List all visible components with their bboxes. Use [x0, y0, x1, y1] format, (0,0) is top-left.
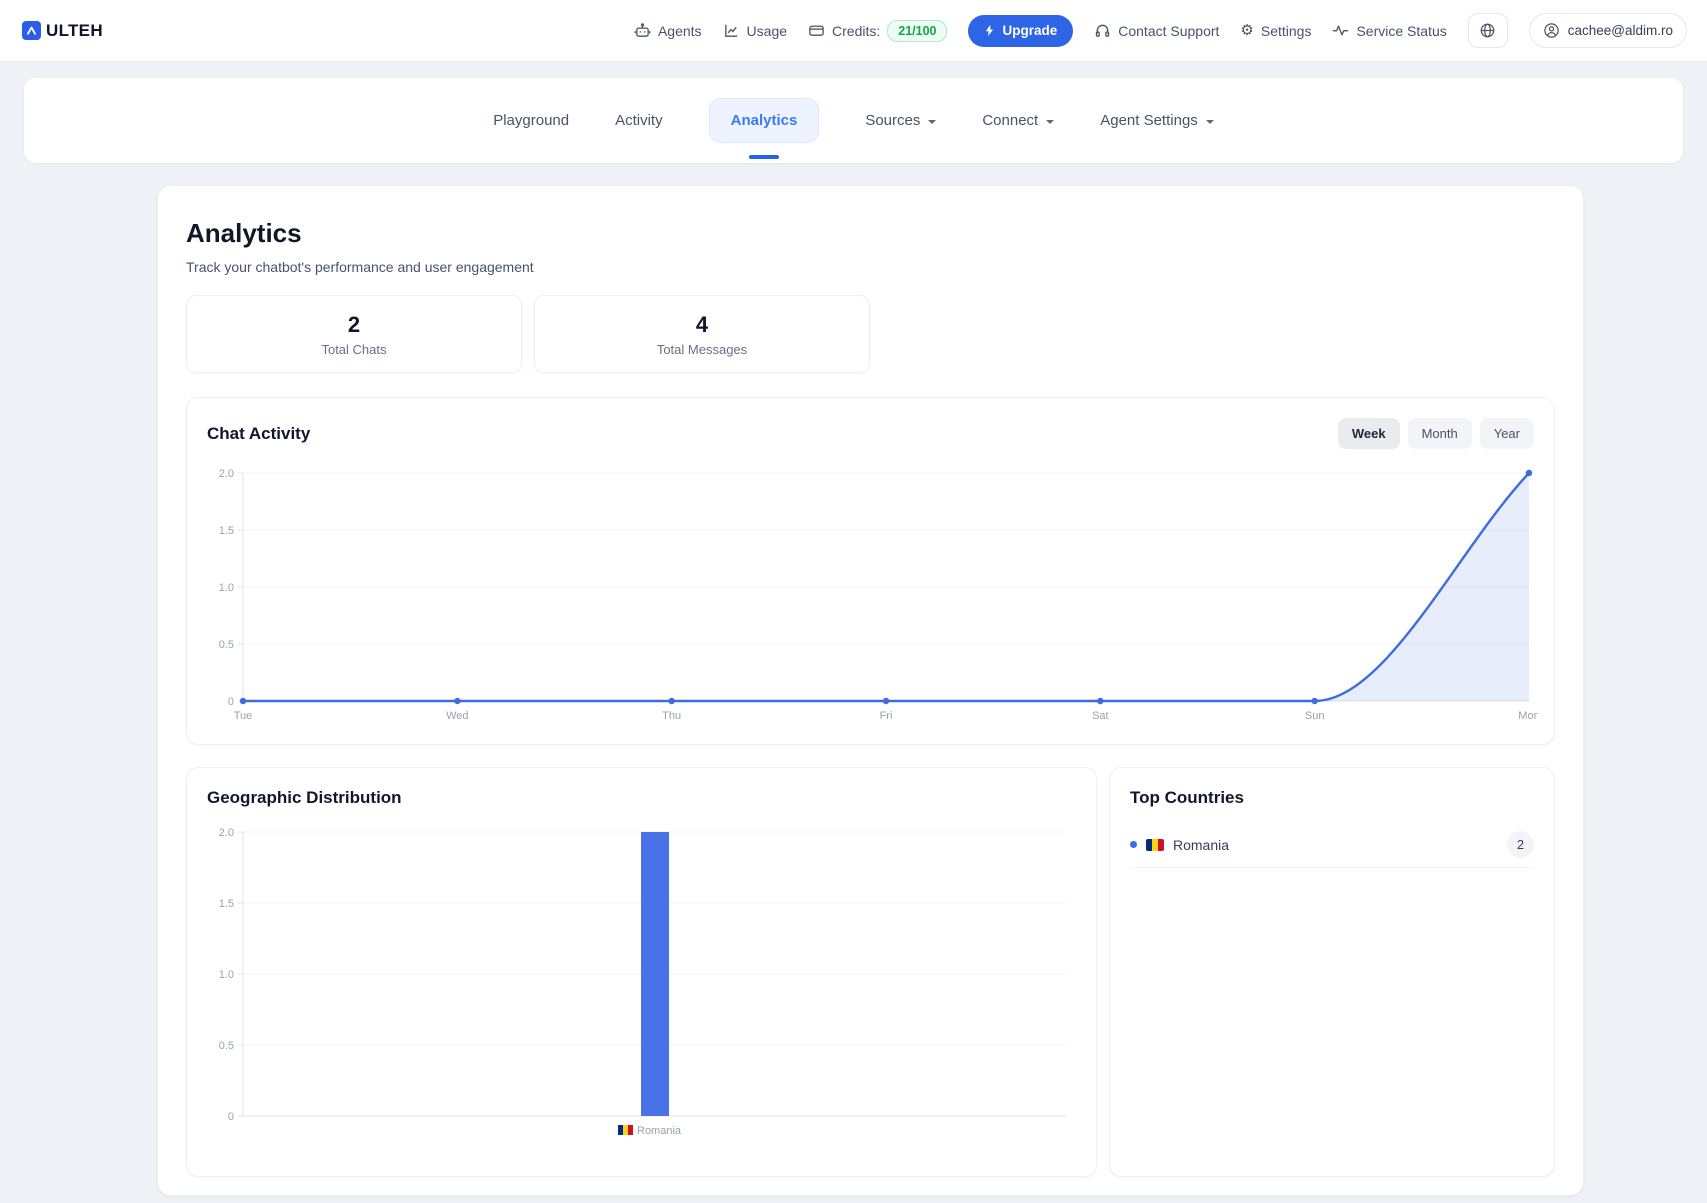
active-tab-underline: [749, 155, 779, 159]
page-title: Analytics: [186, 218, 1555, 249]
country-name: Romania: [1173, 837, 1498, 853]
svg-text:1.5: 1.5: [219, 898, 234, 910]
chevron-down-icon: [928, 120, 936, 124]
top-countries-title: Top Countries: [1130, 788, 1534, 808]
svg-text:1.5: 1.5: [219, 525, 234, 537]
total-chats-value: 2: [348, 312, 360, 338]
tab-activity[interactable]: Activity: [615, 112, 663, 129]
chat-activity-chart: 00.51.01.52.0TueWedThuFriSatSunMon: [207, 463, 1534, 731]
geographic-distribution-panel: Geographic Distribution 0 0.5 1.0 1.5 2.0 Rom…: [186, 767, 1097, 1177]
svg-text:Thu: Thu: [662, 710, 681, 722]
nav-contact-support[interactable]: Contact Support: [1094, 22, 1219, 39]
credit-card-icon: [808, 22, 825, 39]
user-avatar-icon: [1543, 22, 1560, 39]
stat-card-total-chats: 2 Total Chats: [186, 295, 522, 373]
svg-text:Sat: Sat: [1092, 710, 1109, 722]
upgrade-button[interactable]: Upgrade: [968, 15, 1073, 47]
svg-text:1.0: 1.0: [219, 582, 234, 594]
tab-playground-label: Playground: [493, 112, 569, 129]
tab-analytics[interactable]: Analytics: [709, 98, 820, 143]
range-week-button[interactable]: Week: [1338, 418, 1400, 449]
line-chart-icon: [723, 22, 740, 39]
nav-settings[interactable]: ⚙ Settings: [1240, 23, 1311, 39]
tab-sources-label: Sources: [865, 112, 920, 129]
gear-icon: ⚙: [1240, 23, 1253, 38]
chat-activity-panel: Chat Activity Week Month Year 0 0.5 1.0 1.5…: [186, 397, 1555, 745]
tab-sources[interactable]: Sources: [865, 112, 936, 129]
pulse-icon: [1332, 22, 1349, 39]
robot-icon: [634, 22, 651, 39]
svg-text:Tue: Tue: [234, 710, 253, 722]
svg-text:Romania: Romania: [637, 1125, 682, 1137]
total-chats-label: Total Chats: [321, 342, 386, 357]
upgrade-label: Upgrade: [1002, 23, 1057, 38]
svg-text:0.5: 0.5: [219, 1040, 234, 1052]
nav-service-status[interactable]: Service Status: [1332, 22, 1446, 39]
nav-settings-label: Settings: [1261, 23, 1312, 39]
bullet-dot-icon: [1130, 841, 1137, 848]
credits-value-badge: 21/100: [887, 20, 947, 42]
brand-name: ULTEH: [46, 21, 103, 41]
brand[interactable]: ULTEH: [22, 21, 103, 41]
credits-indicator: Credits: 21/100: [808, 20, 947, 42]
analytics-page-card: Analytics Track your chatbot's performan…: [157, 185, 1584, 1196]
lightning-bolt-icon: [984, 24, 995, 37]
header-nav: Agents Usage Credits: 21/100 Upgrade C: [634, 13, 1687, 48]
page-subtitle: Track your chatbot's performance and use…: [186, 259, 1555, 275]
svg-text:0.5: 0.5: [219, 639, 234, 651]
stat-card-total-messages: 4 Total Messages: [534, 295, 870, 373]
total-messages-value: 4: [696, 312, 708, 338]
nav-agents-label: Agents: [658, 23, 702, 39]
globe-icon: [1479, 22, 1496, 39]
tab-connect[interactable]: Connect: [982, 112, 1054, 129]
svg-text:Sun: Sun: [1305, 710, 1325, 722]
svg-text:Mon: Mon: [1518, 710, 1538, 722]
brand-logo-icon: [22, 21, 41, 40]
total-messages-label: Total Messages: [657, 342, 747, 357]
chevron-down-icon: [1206, 120, 1214, 124]
language-globe-button[interactable]: [1468, 13, 1508, 48]
tab-agent-settings-label: Agent Settings: [1100, 112, 1198, 129]
range-year-button[interactable]: Year: [1480, 418, 1534, 449]
svg-text:2.0: 2.0: [219, 827, 234, 839]
nav-service-status-label: Service Status: [1356, 23, 1446, 39]
svg-text:Wed: Wed: [446, 710, 468, 722]
top-countries-panel: Top Countries Romania 2: [1109, 767, 1555, 1177]
range-selector: Week Month Year: [1338, 418, 1534, 449]
svg-text:0: 0: [228, 1111, 234, 1123]
tab-playground[interactable]: Playground: [493, 112, 569, 129]
country-count-badge: 2: [1507, 831, 1534, 858]
headset-icon: [1094, 22, 1111, 39]
tab-connect-label: Connect: [982, 112, 1038, 129]
agent-tab-bar: Playground Activity Analytics Sources Co…: [24, 78, 1683, 163]
svg-text:Fri: Fri: [880, 710, 893, 722]
user-account-button[interactable]: cachee@aldim.ro: [1529, 13, 1687, 48]
geo-chart: 0 0.5 1.0 1.5 2.0 Romania: [207, 822, 1076, 1152]
country-row-romania: Romania 2: [1130, 822, 1534, 868]
tab-activity-label: Activity: [615, 112, 663, 129]
nav-usage-label: Usage: [747, 23, 787, 39]
tab-agent-settings[interactable]: Agent Settings: [1100, 112, 1214, 129]
nav-contact-support-label: Contact Support: [1118, 23, 1219, 39]
nav-usage[interactable]: Usage: [723, 22, 787, 39]
chevron-down-icon: [1046, 120, 1054, 124]
stats-row: 2 Total Chats 4 Total Messages: [186, 295, 1555, 373]
nav-agents[interactable]: Agents: [634, 22, 702, 39]
svg-text:2.0: 2.0: [219, 468, 234, 480]
svg-text:0: 0: [228, 696, 234, 708]
credits-label: Credits:: [832, 23, 880, 39]
romania-flag-icon: [1146, 839, 1164, 851]
chat-activity-header: Chat Activity Week Month Year: [207, 418, 1534, 449]
tab-analytics-label: Analytics: [731, 112, 798, 129]
chat-activity-title: Chat Activity: [207, 424, 310, 444]
lower-charts-row: Geographic Distribution 0 0.5 1.0 1.5 2.0 Rom…: [186, 767, 1555, 1177]
range-month-button[interactable]: Month: [1408, 418, 1472, 449]
svg-text:1.0: 1.0: [219, 969, 234, 981]
app-header: ULTEH Agents Usage Credits: 21/100 Up: [0, 0, 1707, 62]
geo-title: Geographic Distribution: [207, 788, 1076, 808]
user-email: cachee@aldim.ro: [1568, 23, 1673, 38]
